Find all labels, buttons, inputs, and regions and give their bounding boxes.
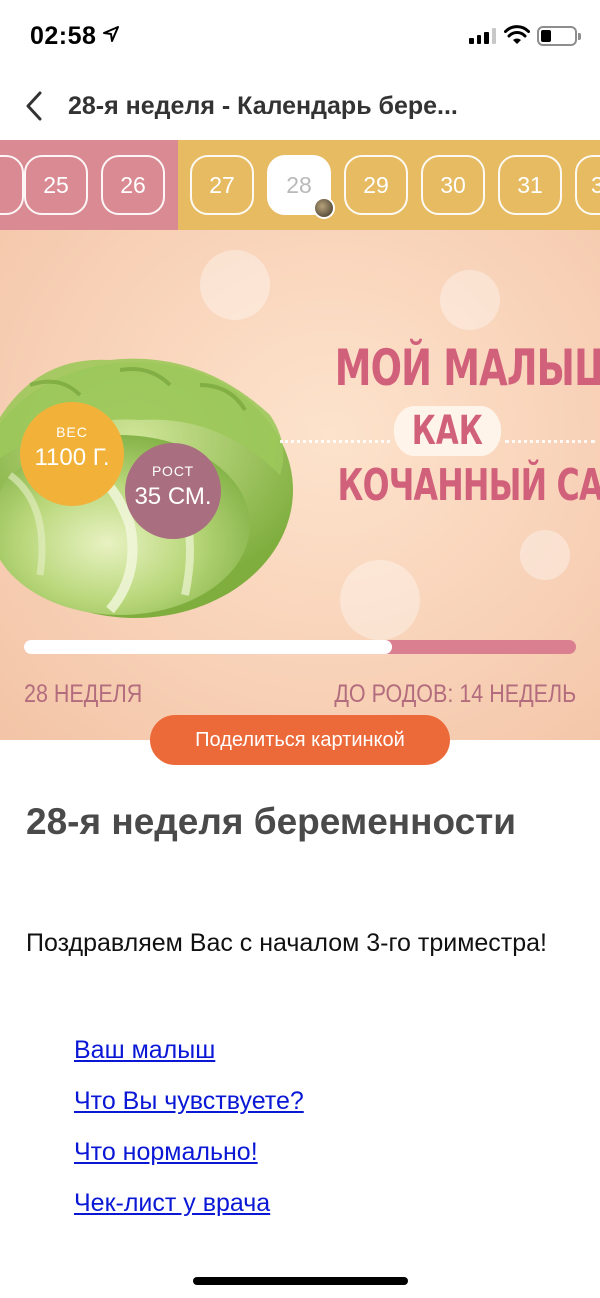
height-badge: РОСТ 35 СМ. (125, 443, 221, 539)
back-button[interactable] (14, 84, 54, 128)
week-chip-28-selected[interactable]: 28 (267, 155, 335, 219)
pregnancy-progress-fill (24, 640, 393, 654)
weeks-to-due-caption: ДО РОДОВ: 14 НЕДЕЛЬ (334, 680, 576, 708)
bokeh-decoration (200, 250, 270, 320)
chevron-left-icon (26, 91, 42, 121)
link-your-baby[interactable]: Ваш малыш (74, 1036, 215, 1064)
headline-line-3: КОЧАННЫЙ САЛАТ (337, 460, 600, 511)
article-intro: Поздравляем Вас с началом 3-го триместра… (26, 929, 547, 957)
bokeh-decoration (440, 270, 500, 330)
page-title: 28-я неделя - Календарь бере... (68, 92, 458, 120)
cellular-signal-icon (469, 28, 496, 44)
week-banner-image: ВЕС 1100 Г. РОСТ 35 СМ. МОЙ МАЛЫШ КАК КО… (0, 230, 600, 740)
week-chip-25[interactable]: 25 (24, 155, 88, 215)
banner-headline: МОЙ МАЛЫШ КАК КОЧАННЫЙ САЛАТ (310, 338, 600, 516)
weight-badge: ВЕС 1100 Г. (20, 402, 124, 506)
list-item: Что Вы чувствуете? (74, 1087, 574, 1138)
week-chip-27[interactable]: 27 (190, 155, 254, 215)
navigation-bar: 28-я неделя - Календарь бере... (0, 72, 600, 140)
current-week-caption: 28 НЕДЕЛЯ (24, 680, 143, 708)
week-chip-label: 28 (286, 171, 312, 198)
headline-kak: КАК (393, 406, 502, 456)
height-label: РОСТ (151, 463, 195, 479)
headline-line-1: МОЙ МАЛЫШ (334, 339, 600, 397)
article-section-links: Ваш малыш Что Вы чувствуете? Что нормаль… (74, 1036, 574, 1240)
link-what-you-feel[interactable]: Что Вы чувствуете? (74, 1087, 304, 1115)
week-chip-29[interactable]: 29 (344, 155, 408, 215)
link-what-is-normal[interactable]: Что нормально! (74, 1138, 258, 1166)
status-time: 02:58 (30, 22, 97, 50)
bokeh-decoration (520, 530, 570, 580)
weight-label: ВЕС (56, 424, 88, 440)
home-indicator[interactable] (193, 1277, 408, 1285)
battery-icon (537, 26, 581, 46)
week-chip-31[interactable]: 31 (498, 155, 562, 215)
week-chip-26[interactable]: 26 (101, 155, 165, 215)
bokeh-decoration (340, 560, 420, 640)
link-doctor-checklist[interactable]: Чек-лист у врача (74, 1189, 270, 1217)
status-bar: 02:58 (0, 0, 600, 72)
weight-value: 1100 Г. (34, 444, 110, 471)
location-arrow-icon (103, 26, 119, 42)
week-chip-32[interactable]: 3 (575, 155, 600, 215)
share-image-button[interactable]: Поделиться картинкой (150, 715, 450, 765)
week-chip[interactable] (0, 155, 24, 215)
height-value: 35 СМ. (134, 483, 212, 510)
list-item: Что нормально! (74, 1138, 574, 1189)
week-selector[interactable]: 25 26 27 28 29 30 31 3 (0, 140, 600, 230)
list-item: Чек-лист у врача (74, 1189, 574, 1240)
week-chip-30[interactable]: 30 (421, 155, 485, 215)
wifi-icon (504, 25, 530, 44)
avatar (313, 197, 335, 219)
list-item: Ваш малыш (74, 1036, 574, 1087)
pregnancy-progress-bar (24, 640, 576, 654)
article-title: 28-я неделя беременности (26, 801, 517, 842)
